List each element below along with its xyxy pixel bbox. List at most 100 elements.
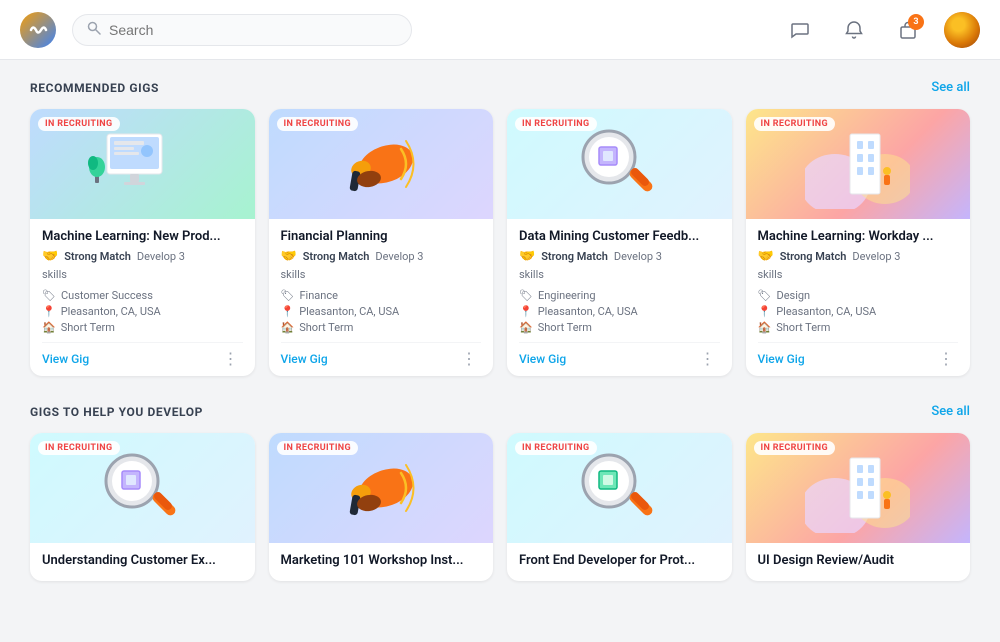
develop-card-title-1: Understanding Customer Ex... [42,553,243,568]
card-tags-3: 🏷 Engineering 📍 Pleasanton, CA, USA 🏠 Sh… [519,289,720,334]
view-gig-4[interactable]: View Gig [758,352,805,366]
develop-badge-3: IN RECRUITING [515,441,597,455]
search-bar[interactable] [72,14,412,46]
duration-icon-3: 🏠 [519,321,533,334]
tag-category-2: 🏷 Finance [281,289,482,302]
develop-badge-1: IN RECRUITING [38,441,120,455]
develop-badge-4: IN RECRUITING [754,441,836,455]
location-icon-2: 📍 [281,305,295,318]
develop-card-image-4: IN RECRUITING [746,433,971,543]
card-title-2: Financial Planning [281,229,482,244]
tag-duration-2: 🏠 Short Term [281,321,482,334]
card-match-1: 🤝 Strong Match Develop 3 [42,249,243,264]
card-image-4: IN RECRUITING [746,109,971,219]
card-tags-1: 🏷 Customer Success 📍 Pleasanton, CA, USA… [42,289,243,334]
card-title-3: Data Mining Customer Feedb... [519,229,720,244]
card-tags-2: 🏷 Finance 📍 Pleasanton, CA, USA 🏠 Short … [281,289,482,334]
recruiting-badge-3: IN RECRUITING [515,117,597,131]
develop-card-image-1: IN RECRUITING [30,433,255,543]
develop-card-body-2: Marketing 101 Workshop Inst... [269,543,494,581]
match-label-2: Strong Match [303,250,370,263]
recruiting-badge-4: IN RECRUITING [754,117,836,131]
more-btn-1[interactable]: ⋮ [219,349,243,368]
messages-button[interactable] [782,12,818,48]
tag-location-4: 📍 Pleasanton, CA, USA [758,305,959,318]
develop-card-2: IN RECRUITING Marketing 101 Workshop Ins… [269,433,494,581]
card-footer-1: View Gig ⋮ [42,342,243,368]
card-match-2: 🤝 Strong Match Develop 3 [281,249,482,264]
card-image-2: IN RECRUITING [269,109,494,219]
logo[interactable] [20,12,56,48]
develop-card-title-2: Marketing 101 Workshop Inst... [281,553,482,568]
develop-card-body-1: Understanding Customer Ex... [30,543,255,581]
tag-duration-3: 🏠 Short Term [519,321,720,334]
view-gig-1[interactable]: View Gig [42,352,89,366]
recommended-section-header: RECOMMENDED GIGS See all [30,80,970,95]
tag-location-1: 📍 Pleasanton, CA, USA [42,305,243,318]
topnav: 3 [0,0,1000,60]
duration-icon-2: 🏠 [281,321,295,334]
tag-icon-4: 🏷 [758,289,772,302]
develop-card-3: IN RECRUITING Front End Developer for Pr… [507,433,732,581]
search-icon [87,21,101,39]
card-body-3: Data Mining Customer Feedb... 🤝 Strong M… [507,219,732,376]
recruiting-badge-2: IN RECRUITING [277,117,359,131]
tag-icon-3: 🏷 [519,289,533,302]
card-body-2: Financial Planning 🤝 Strong Match Develo… [269,219,494,376]
develop-badge-2: IN RECRUITING [277,441,359,455]
skills-text-4: skills [758,268,959,281]
develop-card-image-2: IN RECRUITING [269,433,494,543]
develop-card-1: IN RECRUITING Understanding Customer Ex.… [30,433,255,581]
card-footer-3: View Gig ⋮ [519,342,720,368]
card-title-4: Machine Learning: Workday ... [758,229,959,244]
recommended-cards-grid: IN RECRUITING [30,109,970,376]
notifications-button[interactable] [836,12,872,48]
more-btn-2[interactable]: ⋮ [457,349,481,368]
card-footer-2: View Gig ⋮ [281,342,482,368]
avatar[interactable] [944,12,980,48]
location-icon-1: 📍 [42,305,56,318]
bag-button[interactable]: 3 [890,12,926,48]
card-title-1: Machine Learning: New Prod... [42,229,243,244]
card-body-1: Machine Learning: New Prod... 🤝 Strong M… [30,219,255,376]
recommended-card-4: IN RECRUITING [746,109,971,376]
recruiting-badge-1: IN RECRUITING [38,117,120,131]
more-btn-4[interactable]: ⋮ [934,349,958,368]
card-footer-4: View Gig ⋮ [758,342,959,368]
tag-category-3: 🏷 Engineering [519,289,720,302]
nav-icons: 3 [782,12,980,48]
view-gig-2[interactable]: View Gig [281,352,328,366]
match-icon-3: 🤝 [519,249,535,264]
develop-title: GIGS TO HELP YOU DEVELOP [30,405,203,419]
more-btn-3[interactable]: ⋮ [696,349,720,368]
match-icon-4: 🤝 [758,249,774,264]
location-icon-4: 📍 [758,305,772,318]
search-input[interactable] [109,22,397,38]
recommended-card-3: IN RECRUITING Data Mi [507,109,732,376]
tag-duration-1: 🏠 Short Term [42,321,243,334]
develop-card-title-3: Front End Developer for Prot... [519,553,720,568]
duration-icon-4: 🏠 [758,321,772,334]
match-develop-3: Develop 3 [614,250,662,263]
match-develop-4: Develop 3 [852,250,900,263]
develop-see-all[interactable]: See all [931,404,970,419]
recommended-see-all[interactable]: See all [931,80,970,95]
card-match-3: 🤝 Strong Match Develop 3 [519,249,720,264]
card-image-1: IN RECRUITING [30,109,255,219]
duration-icon-1: 🏠 [42,321,56,334]
skills-text-1: skills [42,268,243,281]
main-content: RECOMMENDED GIGS See all IN RECRUITING [0,60,1000,642]
develop-section-header: GIGS TO HELP YOU DEVELOP See all [30,404,970,419]
match-develop-1: Develop 3 [137,250,185,263]
develop-card-title-4: UI Design Review/Audit [758,553,959,568]
tag-category-1: 🏷 Customer Success [42,289,243,302]
match-develop-2: Develop 3 [375,250,423,263]
develop-card-image-3: IN RECRUITING [507,433,732,543]
location-icon-3: 📍 [519,305,533,318]
develop-cards-grid: IN RECRUITING Understanding Customer Ex.… [30,433,970,581]
card-body-4: Machine Learning: Workday ... 🤝 Strong M… [746,219,971,376]
tag-location-3: 📍 Pleasanton, CA, USA [519,305,720,318]
match-label-4: Strong Match [780,250,847,263]
match-label-3: Strong Match [541,250,608,263]
view-gig-3[interactable]: View Gig [519,352,566,366]
